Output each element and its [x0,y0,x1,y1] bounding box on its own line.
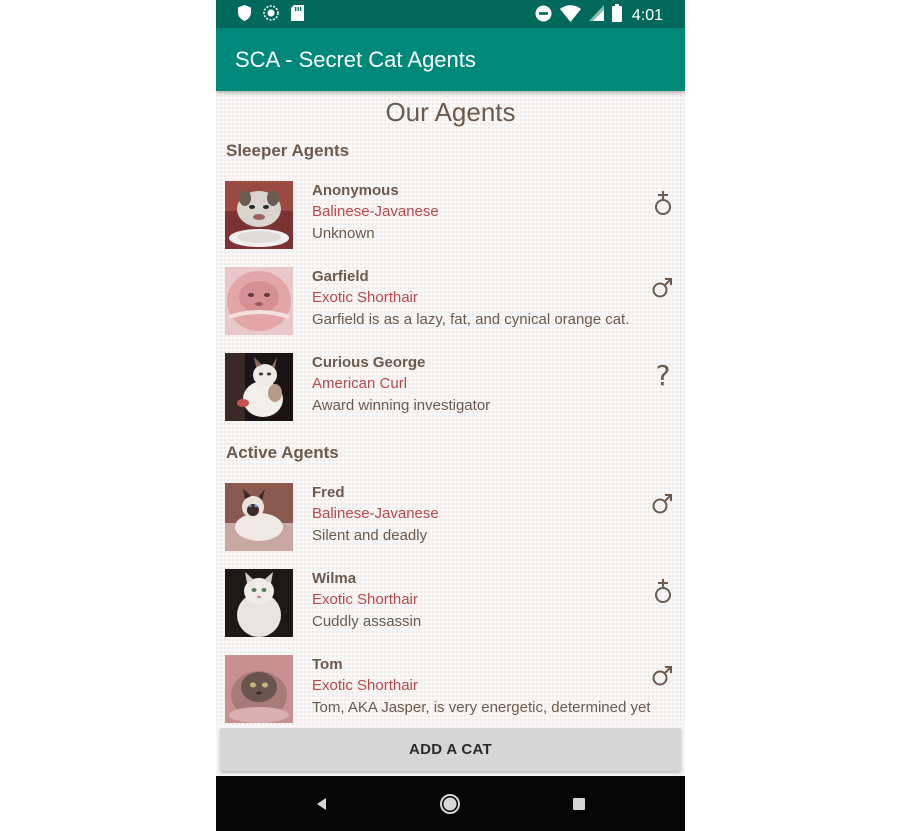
app-title: SCA - Secret Cat Agents [235,47,476,72]
app-bar: SCA - Secret Cat Agents [216,28,685,91]
shield-icon [238,5,251,26]
agent-name: Fred [312,484,345,501]
sd-card-icon [291,5,304,26]
page-title: Our Agents [385,97,516,127]
status-bar: 4:01 [216,0,685,28]
agent-name: Wilma [312,570,357,587]
agent-breed: Exotic Shorthair [312,289,418,306]
list-item[interactable]: Garfield Exotic Shorthair Garfield is as… [216,261,685,341]
phone-screen: 4:01 SCA - Secret Cat Agents Our Agents … [216,0,685,831]
radar-icon [263,5,279,26]
question-mark: ? [655,359,671,392]
agent-description: Cuddly assassin [312,613,422,630]
cat-photo [225,181,293,249]
back-icon[interactable] [311,793,333,815]
agent-name: Tom [312,656,343,673]
list-item[interactable]: Fred Balinese-Javanese Silent and deadly [216,477,685,557]
agent-name: Curious George [312,354,426,371]
home-icon[interactable] [439,793,461,815]
agent-description: Award winning investigator [312,397,491,414]
cell-signal-icon [588,5,604,26]
section-header-active: Active Agents [226,443,339,462]
cat-photo [225,483,293,551]
wifi-icon [559,4,581,27]
agent-breed: American Curl [312,375,408,392]
agent-breed: Exotic Shorthair [312,591,418,608]
recents-icon[interactable] [568,793,590,815]
agent-description: Garfield is as a lazy, fat, and cynical … [312,311,630,328]
agent-breed: Balinese-Javanese [312,505,439,522]
list-item[interactable]: Wilma Exotic Shorthair Cuddly assassin [216,563,685,643]
agent-description: Silent and deadly [312,527,428,544]
do-not-disturb-icon [535,5,552,27]
male-icon [651,275,675,305]
agent-description: Tom, AKA Jasper, is very energetic, dete… [312,699,651,716]
agent-description: Unknown [312,225,375,242]
agent-breed: Balinese-Javanese [312,203,439,220]
cat-photo [225,569,293,637]
female-male-icon [651,189,675,219]
list-item[interactable]: Tom Exotic Shorthair Tom, AKA Jasper, is… [216,649,685,727]
list-item[interactable]: Curious George American Curl Award winni… [216,347,685,427]
battery-icon [611,4,622,27]
cat-photo [225,267,293,335]
male-icon [651,491,675,521]
agent-name: Garfield [312,268,369,285]
status-time: 4:01 [631,6,663,24]
add-cat-button[interactable]: ADD A CAT [220,728,681,771]
section-header-sleeper: Sleeper Agents [226,141,350,160]
cat-photo [225,353,293,421]
list-item[interactable]: Anonymous Balinese-Javanese Unknown [216,175,685,255]
cat-photo [225,655,293,723]
agent-list[interactable]: Our Agents Sleeper Agents Anonymous Bali… [216,91,685,727]
female-male-icon [651,577,675,607]
male-icon [651,663,675,693]
agent-breed: Exotic Shorthair [312,677,418,694]
agent-name: Anonymous [312,182,399,199]
navigation-bar [216,776,685,831]
